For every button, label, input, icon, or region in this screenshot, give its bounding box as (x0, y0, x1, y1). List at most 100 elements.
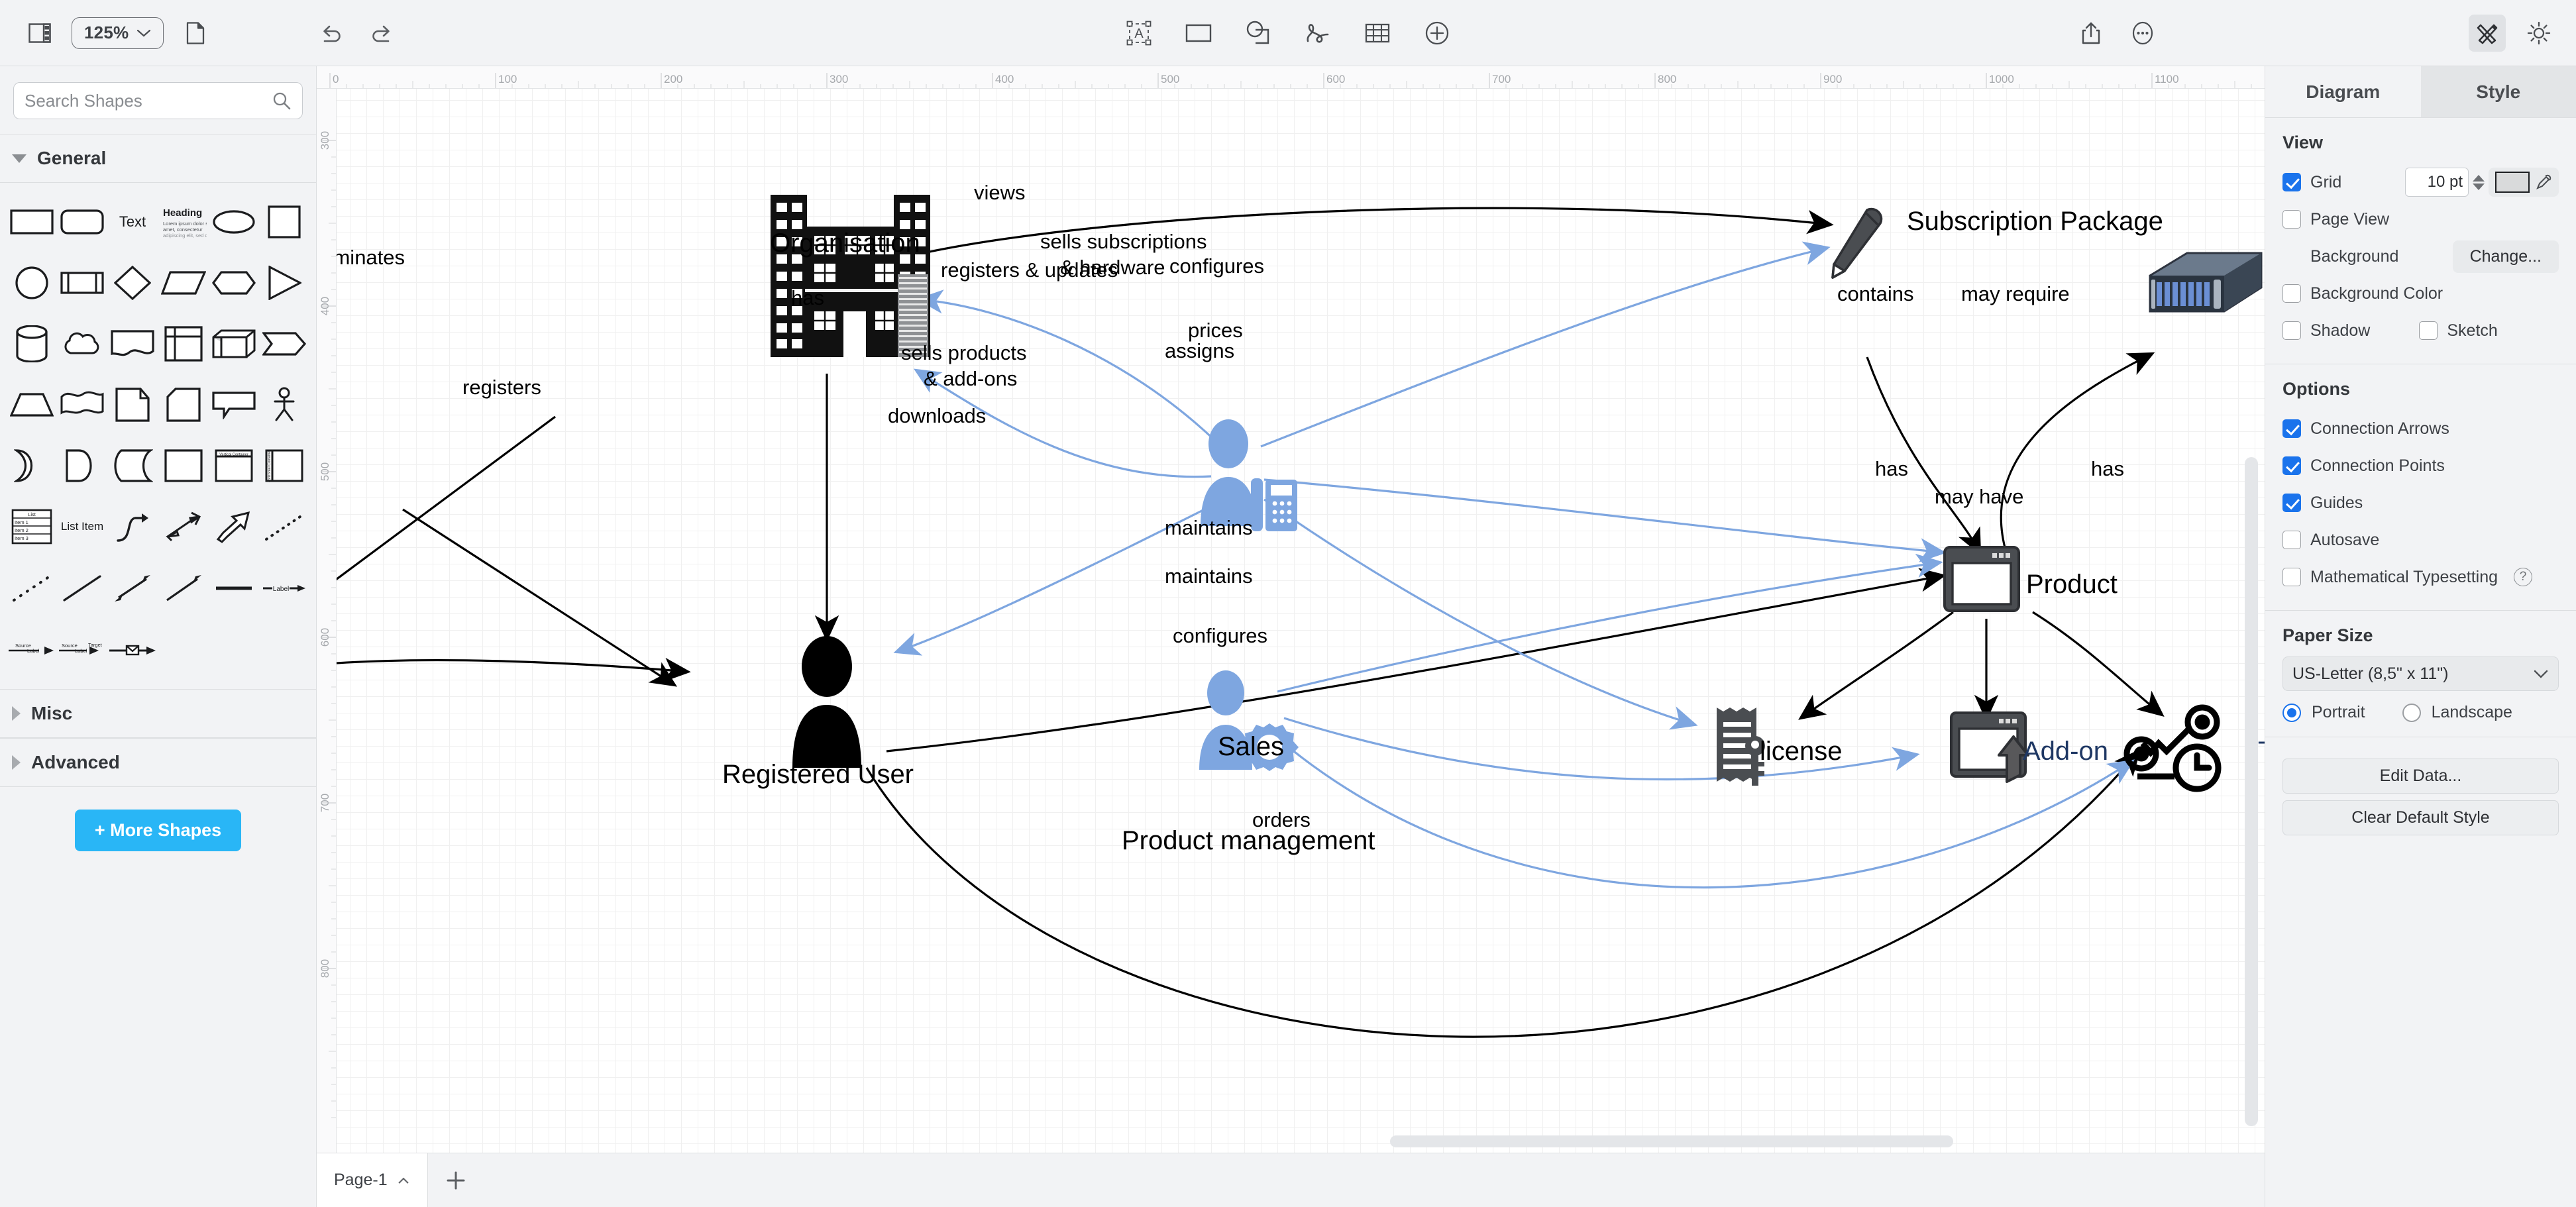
shape-rounded-rectangle[interactable] (57, 193, 107, 250)
shape-message-edge[interactable] (107, 620, 158, 677)
guides-checkbox[interactable] (2282, 494, 2301, 512)
panel-toggle-button[interactable] (21, 15, 58, 52)
shape-labeled-edge[interactable]: Label (259, 559, 309, 616)
shape-cylinder[interactable] (7, 315, 57, 372)
shape-chevron[interactable] (259, 315, 309, 372)
grid-color-swatch[interactable] (2495, 172, 2530, 193)
redo-button[interactable] (362, 15, 400, 52)
edit-data-button[interactable]: Edit Data... (2282, 759, 2559, 794)
background-change-button[interactable]: Change... (2452, 240, 2559, 273)
tab-style[interactable]: Style (2420, 66, 2576, 118)
shape-cloud[interactable] (57, 315, 107, 372)
insert-table-button[interactable] (1359, 15, 1396, 52)
shape-document[interactable] (107, 315, 158, 372)
shape-ellipse[interactable] (209, 193, 259, 250)
shape-trapezoid[interactable] (7, 376, 57, 433)
diagram-grid[interactable]: Organisation Registered User Sales Produ… (337, 89, 2265, 1153)
shape-delay-left[interactable] (7, 437, 57, 494)
clear-default-style-button[interactable]: Clear Default Style (2282, 800, 2559, 835)
shape-text[interactable]: Text (107, 193, 158, 250)
connection-arrows-checkbox[interactable] (2282, 419, 2301, 438)
grid-checkbox[interactable] (2282, 173, 2301, 191)
add-more-button[interactable] (1419, 15, 1456, 52)
shape-square[interactable] (259, 193, 309, 250)
insert-text-button[interactable]: A (1120, 15, 1157, 52)
search-shapes-input[interactable] (14, 90, 272, 111)
background-color-checkbox[interactable] (2282, 284, 2301, 303)
canvas-vertical-scrollbar[interactable] (2245, 457, 2258, 1126)
shape-source-label-edge[interactable]: Source Label (7, 620, 57, 677)
shape-arrow[interactable] (158, 559, 208, 616)
shape-callout[interactable] (209, 376, 259, 433)
shape-heading[interactable]: Heading Lorem ipsum dolor sit amet, cons… (158, 193, 208, 250)
shape-curved-arrow[interactable] (107, 498, 158, 555)
grid-color-button[interactable] (2489, 168, 2559, 197)
portrait-radio[interactable] (2282, 703, 2301, 722)
page-view-checkbox[interactable] (2282, 210, 2301, 229)
shape-bidirectional-arrow[interactable] (107, 559, 158, 616)
shape-triangle[interactable] (259, 254, 309, 311)
connection-points-checkbox[interactable] (2282, 456, 2301, 475)
landscape-radio[interactable] (2402, 703, 2421, 722)
theme-toggle-button[interactable] (2520, 15, 2557, 52)
autosave-checkbox[interactable] (2282, 531, 2301, 549)
insert-rectangle-button[interactable] (1180, 15, 1217, 52)
shadow-checkbox[interactable] (2282, 321, 2301, 340)
shape-process[interactable] (57, 254, 107, 311)
shape-list-item[interactable]: List Item (57, 498, 107, 555)
shape-dotted-line-2[interactable] (7, 559, 57, 616)
undo-button[interactable] (313, 15, 350, 52)
shape-parallelogram[interactable] (158, 254, 208, 311)
shape-card[interactable] (158, 376, 208, 433)
shape-source-target-edge[interactable]: Source Label Target (57, 620, 107, 677)
stepper-up-icon[interactable] (2473, 174, 2485, 182)
diagram-canvas[interactable]: Organisation Registered User Sales Produ… (337, 89, 2265, 1153)
canvas-area[interactable]: 0 100 200 300 400 500 600 700 800 900 1000 1100 300… (317, 66, 2265, 1153)
shape-vertical-container[interactable]: Vertical Container (209, 437, 259, 494)
more-options-button[interactable] (2124, 15, 2161, 52)
shape-hexagon[interactable] (209, 254, 259, 311)
new-page-button[interactable] (177, 15, 214, 52)
shape-circle[interactable] (7, 254, 57, 311)
shape-plain-line[interactable] (209, 559, 259, 616)
shape-double-arrow-outline[interactable] (158, 498, 208, 555)
search-shapes-box[interactable] (13, 82, 303, 119)
more-shapes-button[interactable]: + More Shapes (74, 810, 242, 851)
shape-actor[interactable] (259, 376, 309, 433)
add-page-button[interactable] (428, 1153, 484, 1207)
paper-size-select[interactable]: US-Letter (8,5" x 11") (2282, 656, 2559, 691)
shapes-section-advanced[interactable]: Advanced (0, 738, 316, 787)
format-panel-toggle-button[interactable] (2469, 14, 2506, 52)
shapes-section-general[interactable]: General (0, 134, 316, 183)
shape-block-arrow[interactable] (209, 498, 259, 555)
shape-tape[interactable] (57, 376, 107, 433)
shape-internal-storage[interactable] (158, 315, 208, 372)
shape-data[interactable] (107, 437, 158, 494)
sketch-checkbox[interactable] (2419, 321, 2438, 340)
shape-cube[interactable] (209, 315, 259, 372)
freehand-button[interactable] (1299, 15, 1336, 52)
tab-diagram[interactable]: Diagram (2265, 66, 2421, 118)
shape-note[interactable] (107, 376, 158, 433)
canvas-horizontal-scrollbar[interactable] (1390, 1135, 1953, 1147)
shape-diamond[interactable] (107, 254, 158, 311)
grid-size-stepper[interactable] (2473, 174, 2485, 190)
shape-dotted-line-1[interactable] (259, 498, 309, 555)
shape-rectangle[interactable] (7, 193, 57, 250)
shape-container[interactable] (158, 437, 208, 494)
page-tab-page-1[interactable]: Page-1 (317, 1153, 428, 1207)
shape-line[interactable] (57, 559, 107, 616)
zoom-selector[interactable]: 125% (72, 17, 164, 49)
help-icon[interactable]: ? (2514, 568, 2533, 586)
stepper-down-icon[interactable] (2473, 183, 2485, 190)
math-typesetting-checkbox[interactable] (2282, 568, 2301, 586)
svg-text:800: 800 (1658, 73, 1676, 85)
eyedropper-icon[interactable] (2535, 174, 2552, 191)
insert-shape-button[interactable] (1240, 15, 1277, 52)
shapes-section-misc[interactable]: Misc (0, 689, 316, 738)
shape-horizontal-container[interactable]: Horizontal Container (259, 437, 309, 494)
shape-delay[interactable] (57, 437, 107, 494)
share-button[interactable] (2072, 15, 2110, 52)
grid-size-input[interactable]: 10 pt (2405, 168, 2469, 197)
shape-list[interactable]: List Item 1 Item 2 Item 3 (7, 498, 57, 555)
